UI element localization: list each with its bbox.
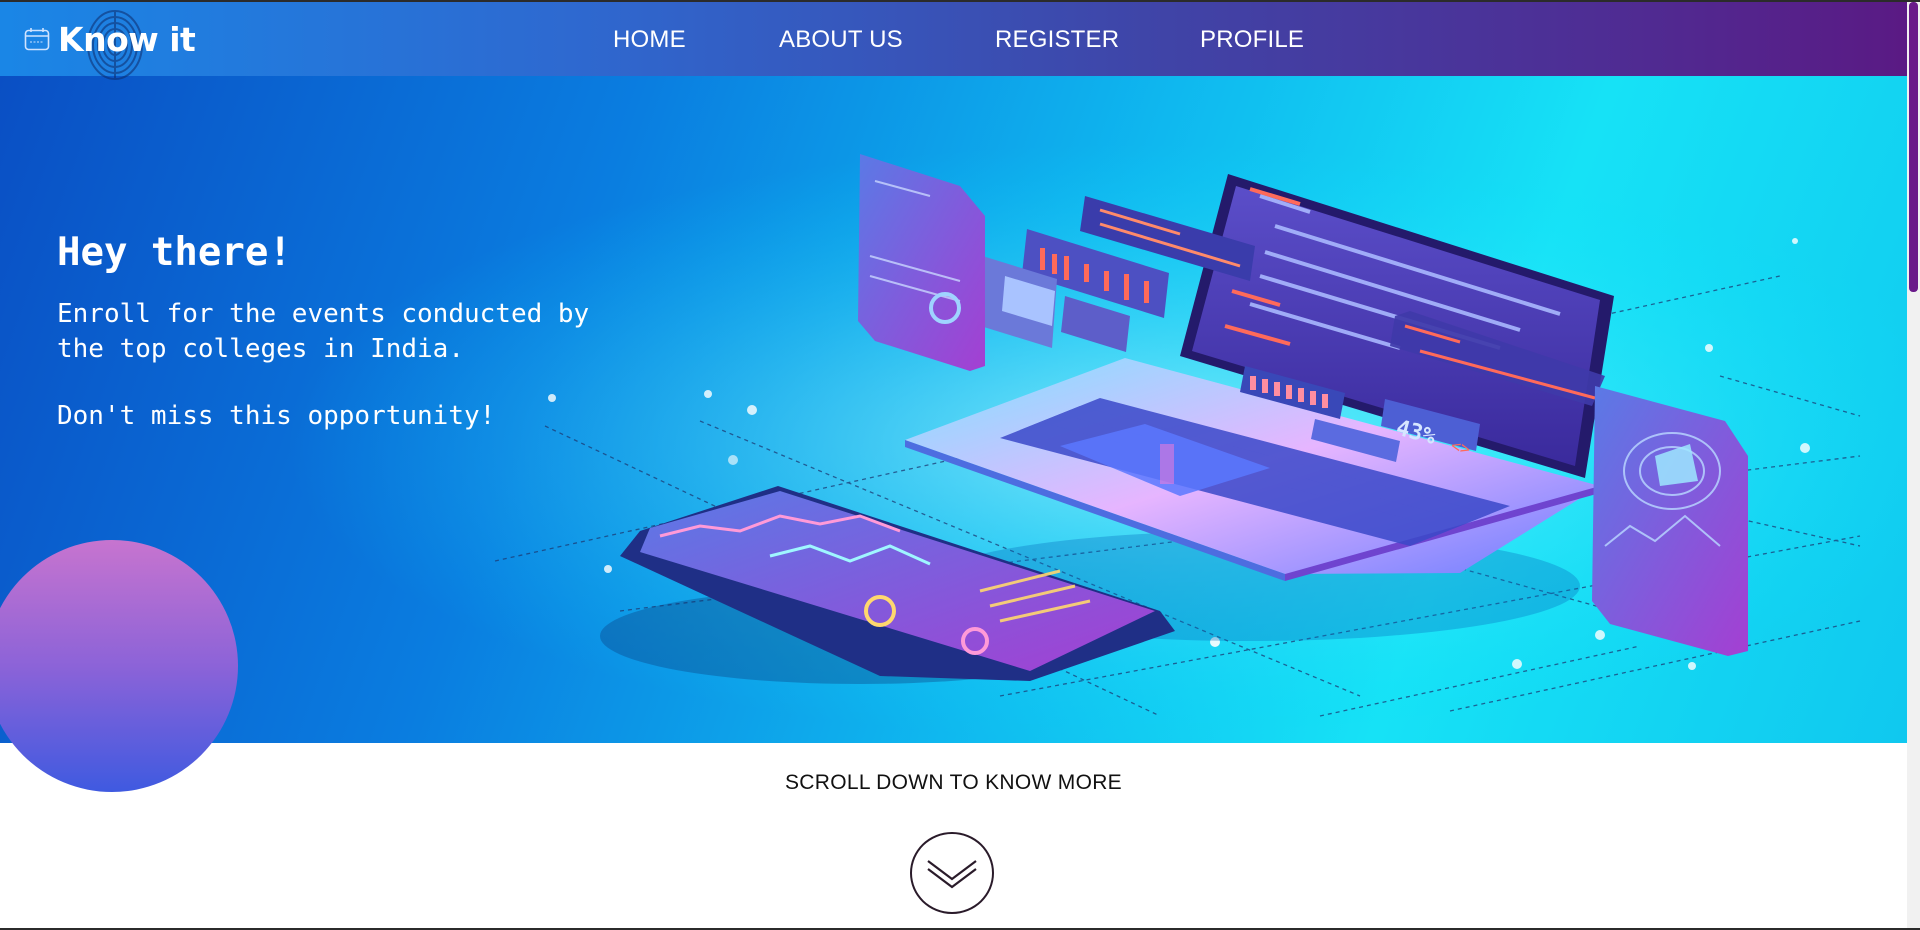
hero-subtitle-line-1: Enroll for the events conducted by: [57, 299, 590, 329]
brand-name: Know it: [58, 19, 196, 59]
hero-text-block: Hey there! Enroll for the events conduct…: [57, 230, 589, 434]
scroll-down-button[interactable]: [910, 832, 994, 914]
nav-profile[interactable]: PROFILE: [1200, 26, 1304, 54]
brand[interactable]: Know it: [24, 10, 196, 80]
hero-title: Hey there!: [57, 230, 292, 275]
scrollbar-thumb[interactable]: [1909, 2, 1918, 292]
navbar: Know it HOME ABOUT US REGISTER PROFILE: [0, 2, 1907, 80]
hero-banner: 43% <> Hey there! Enroll for the events …: [0, 76, 1907, 743]
chevron-down-icon: [927, 860, 977, 889]
nav-about-us[interactable]: ABOUT US: [779, 26, 903, 54]
hero-subtitle-line-2: the top colleges in India.: [57, 334, 464, 364]
decorative-circle: [0, 540, 238, 792]
hero-cta-text: Don't miss this opportunity!: [57, 401, 496, 431]
calendar-icon: [24, 28, 50, 51]
page-scrollbar[interactable]: [1907, 2, 1920, 928]
scroll-hint-text: SCROLL DOWN TO KNOW MORE: [784, 771, 1122, 794]
nav-register[interactable]: REGISTER: [995, 26, 1119, 54]
nav-home[interactable]: HOME: [613, 26, 686, 54]
